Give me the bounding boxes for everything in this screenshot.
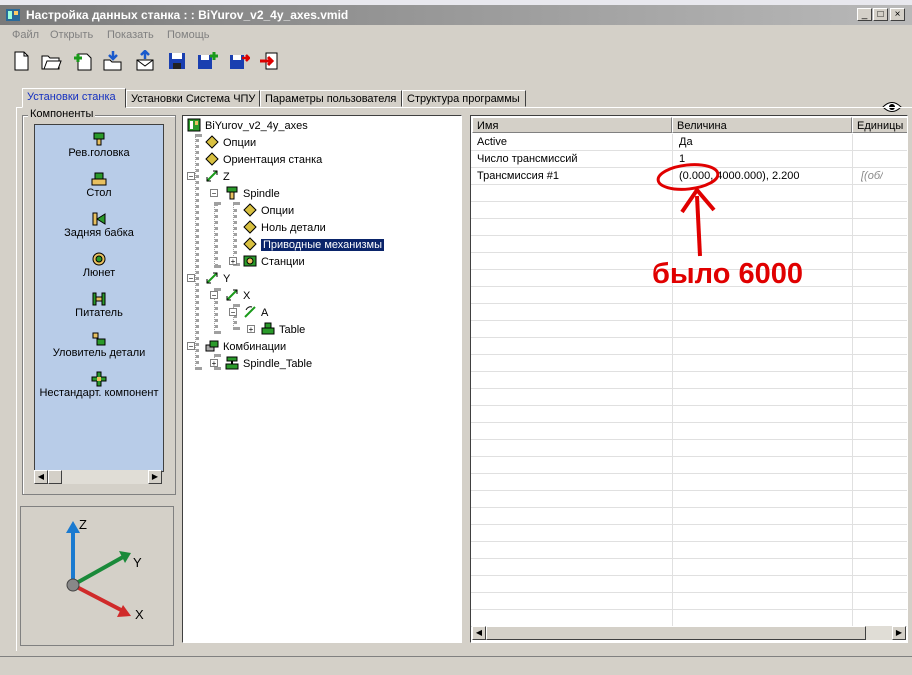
- status-bar: [0, 656, 912, 675]
- annotation-arrow: [695, 195, 702, 257]
- annotation-circle: [656, 163, 720, 191]
- annotation-overlay: [656, 163, 720, 257]
- tab-machine-settings[interactable]: Установки станка: [22, 88, 126, 108]
- annotation-text: было 6000: [652, 258, 804, 290]
